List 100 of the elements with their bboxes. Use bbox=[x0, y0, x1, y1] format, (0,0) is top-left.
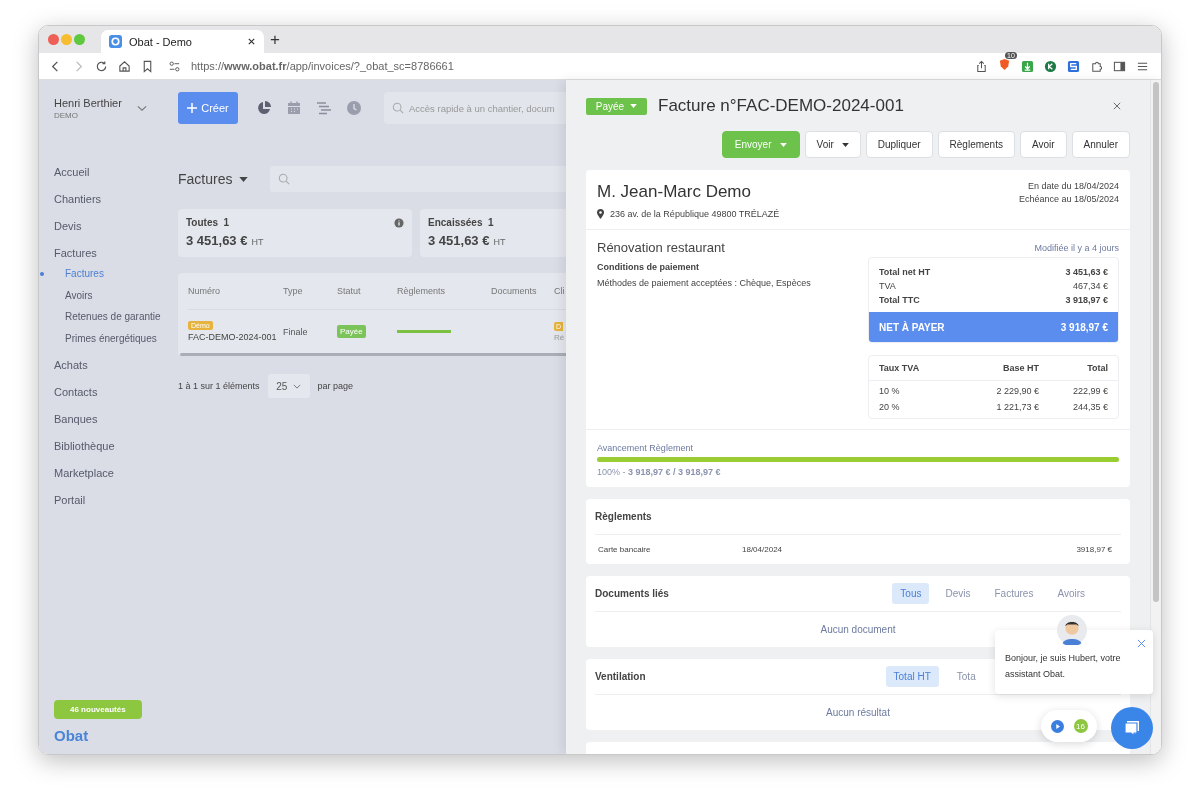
close-icon[interactable] bbox=[1113, 102, 1121, 110]
location-pin-icon bbox=[597, 209, 604, 219]
sidebar-icon[interactable] bbox=[1113, 59, 1126, 73]
section-title: Ventilation bbox=[595, 671, 646, 682]
client-name: M. Jean-Marc Demo bbox=[597, 182, 752, 202]
action-button[interactable]: Dupliquer bbox=[865, 131, 933, 158]
caret-icon[interactable] bbox=[239, 176, 249, 182]
table-cell-text: Carte bancaire bbox=[598, 545, 652, 554]
chat-icon bbox=[1122, 718, 1142, 738]
chevron-down-icon[interactable] bbox=[137, 105, 147, 112]
search-icon bbox=[392, 102, 404, 114]
info-icon[interactable] bbox=[394, 217, 404, 228]
table-cell-text: 2 229,90 € bbox=[995, 386, 1039, 396]
filter-tab[interactable]: Tous bbox=[892, 583, 930, 604]
tab-title: Obat - Demo bbox=[129, 35, 193, 48]
download-icon[interactable] bbox=[1021, 59, 1034, 73]
url-field[interactable]: https://www.obat.fr/app/invoices/?_obat_sc=8786661 bbox=[191, 60, 454, 72]
new-tab-button[interactable]: + bbox=[270, 29, 280, 50]
table-cell-text: Finale bbox=[283, 326, 309, 337]
close-tab-icon[interactable] bbox=[247, 37, 256, 46]
pagination-range: 1 à 1 sur 1 éléments bbox=[178, 381, 260, 391]
close-icon[interactable] bbox=[1137, 639, 1146, 648]
browser-tab[interactable]: Obat - Demo bbox=[101, 30, 264, 53]
logo[interactable]: Obat bbox=[54, 727, 89, 744]
total-value: 3 918,97 € bbox=[1065, 295, 1108, 305]
user-name[interactable]: Henri Berthier bbox=[54, 97, 137, 109]
chevron-down-icon bbox=[292, 383, 301, 389]
nav-item[interactable]: Factures bbox=[54, 246, 97, 260]
invoice-date: En date du 18/04/2024 bbox=[1027, 181, 1119, 191]
reload-icon[interactable] bbox=[95, 59, 108, 73]
nav-subitem[interactable]: Factures bbox=[65, 268, 104, 279]
nav-subitem[interactable]: Primes énergétiques bbox=[65, 332, 157, 344]
nav-item[interactable]: Marketplace bbox=[54, 466, 114, 480]
column-header[interactable]: Statut bbox=[337, 286, 397, 296]
nav-item[interactable]: Contacts bbox=[54, 385, 98, 399]
empty-message: Aucun document bbox=[820, 624, 896, 635]
nav-subitem[interactable]: Retenues de garantie bbox=[65, 311, 161, 322]
conditions-text: Méthodes de paiement acceptées : Chèque, Espèces bbox=[597, 278, 811, 288]
filter-tab[interactable]: Total HT bbox=[885, 666, 939, 687]
play-icon[interactable] bbox=[1050, 719, 1064, 733]
column-header[interactable]: Règlements bbox=[397, 286, 491, 296]
nav-item[interactable]: Achats bbox=[54, 358, 88, 372]
section-title: Règlements bbox=[595, 511, 652, 522]
nav-item[interactable]: Chantiers bbox=[54, 192, 102, 206]
column-header[interactable]: Type bbox=[283, 286, 337, 296]
summary-card[interactable]: Encaissées 1 3 451,63 € HT bbox=[420, 209, 566, 257]
gantt-icon[interactable] bbox=[316, 100, 332, 116]
filter-tab[interactable]: Avoirs bbox=[1049, 583, 1093, 604]
filter-tab[interactable]: Tota bbox=[948, 666, 984, 687]
site-settings-icon[interactable] bbox=[168, 59, 181, 73]
close-window-button[interactable] bbox=[48, 34, 59, 45]
list-title[interactable]: Factures bbox=[178, 171, 233, 187]
column-header: Total bbox=[1086, 363, 1108, 373]
summary-unit: HT bbox=[493, 237, 506, 247]
nav-item[interactable]: Accueil bbox=[54, 165, 90, 179]
column-header: Base HT bbox=[1002, 363, 1039, 373]
share-icon[interactable] bbox=[975, 59, 988, 73]
nav-item[interactable]: Portail bbox=[54, 493, 86, 507]
bookmark-icon[interactable] bbox=[141, 59, 154, 73]
total-value: 467,34 € bbox=[1072, 281, 1108, 291]
summary-label: Toutes 1 bbox=[186, 217, 230, 228]
total-label: Total net HT bbox=[879, 267, 931, 277]
total-value: 3 451,63 € bbox=[1065, 267, 1108, 277]
create-button[interactable]: Créer bbox=[178, 92, 238, 124]
column-header[interactable]: Numéro bbox=[188, 286, 283, 296]
action-button[interactable]: Règlements bbox=[937, 131, 1015, 158]
extension-icon[interactable] bbox=[1044, 59, 1057, 73]
extension-icon[interactable] bbox=[1067, 59, 1080, 73]
home-icon[interactable] bbox=[118, 59, 131, 73]
quick-search-field[interactable]: Accès rapide à un chantier, docum bbox=[384, 92, 566, 124]
shield-icon[interactable] bbox=[998, 58, 1011, 71]
column-header[interactable]: Documents bbox=[491, 286, 554, 296]
chat-message: Bonjour, je suis Hubert, votre assistant Obat. bbox=[1005, 652, 1122, 681]
conditions-title: Conditions de paiement bbox=[597, 262, 700, 272]
nav-item[interactable]: Devis bbox=[54, 219, 82, 233]
nav-item[interactable]: Bibliothèque bbox=[54, 439, 115, 453]
action-button[interactable]: Avoir bbox=[1019, 131, 1067, 158]
page-size-select[interactable]: 25 bbox=[267, 374, 310, 398]
pie-chart-icon[interactable] bbox=[256, 100, 272, 116]
total-label: TVA bbox=[879, 281, 896, 291]
caret-icon bbox=[630, 104, 638, 108]
plus-icon bbox=[187, 103, 198, 113]
filter-tab[interactable]: Devis bbox=[937, 583, 979, 604]
table-cell: Ré bbox=[554, 332, 566, 342]
progress-summary: 100% - 3 918,97 € / 3 918,97 € bbox=[597, 467, 722, 477]
nav-item[interactable]: Banques bbox=[54, 412, 98, 426]
nav-subitem[interactable]: Avoirs bbox=[65, 289, 93, 301]
column-header[interactable]: Cli bbox=[554, 286, 566, 296]
empty-message: Aucun résultat bbox=[826, 707, 890, 718]
pagination-label: par page bbox=[317, 381, 354, 391]
filter-tab[interactable]: Factures bbox=[986, 583, 1042, 604]
table-cell: 3918,97 € bbox=[1076, 545, 1112, 554]
summary-card[interactable]: Toutes 1 3 451,63 € HT bbox=[178, 209, 412, 257]
table-cell[interactable]: FAC-DEMO-2024-001 bbox=[188, 332, 283, 342]
action-button[interactable]: Voir bbox=[804, 131, 861, 158]
puzzle-icon[interactable] bbox=[1090, 59, 1103, 73]
summary-label: Encaissées 1 bbox=[428, 217, 494, 228]
search-field[interactable] bbox=[270, 166, 566, 192]
scrollbar[interactable] bbox=[1153, 82, 1159, 602]
action-button[interactable]: Annuler bbox=[1071, 131, 1130, 158]
